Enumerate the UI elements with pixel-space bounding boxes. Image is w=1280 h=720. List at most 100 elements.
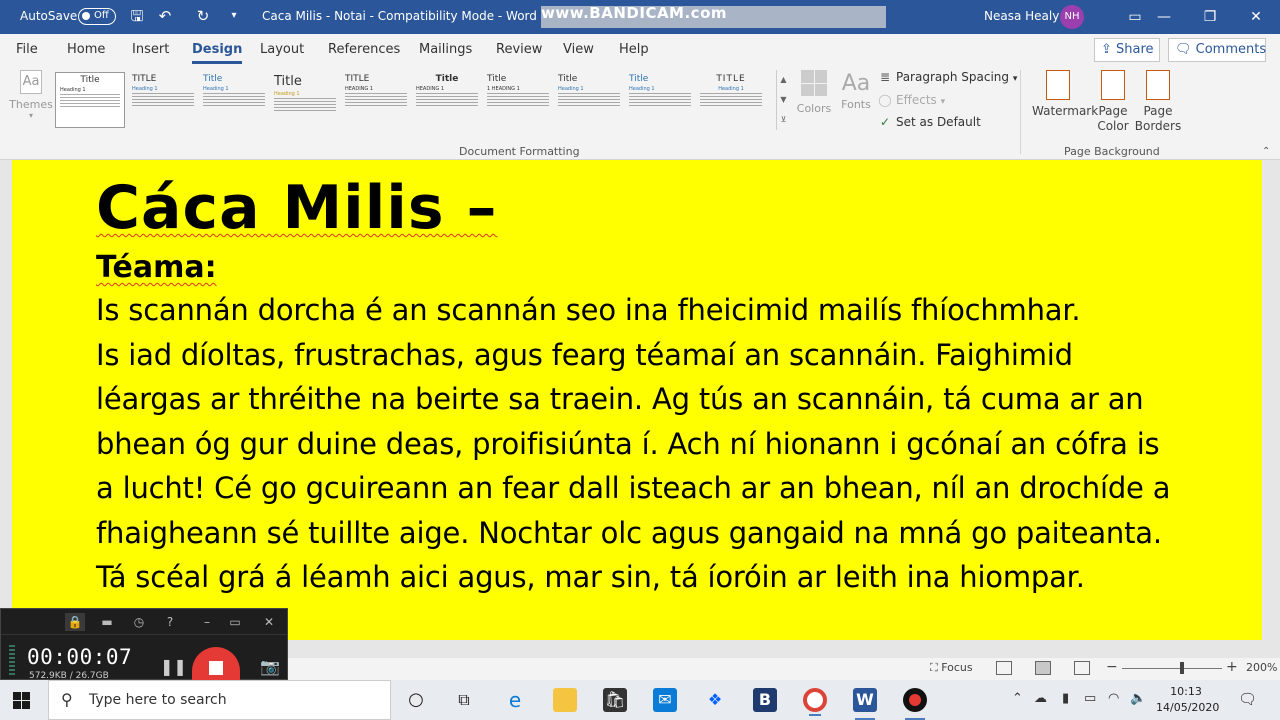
zoom-level[interactable]: 200% [1246, 661, 1277, 674]
avatar[interactable]: NH [1060, 5, 1084, 29]
tab-layout[interactable]: Layout [260, 42, 304, 57]
timer-icon[interactable]: ◷ [129, 613, 149, 631]
mail-icon[interactable]: ✉ [653, 688, 677, 712]
chevron-down-icon[interactable]: ▼ [777, 90, 790, 110]
wifi-icon[interactable]: ◠ [1108, 691, 1119, 706]
windows-start-icon[interactable] [13, 692, 30, 709]
style-set-title: Title [274, 74, 302, 89]
gallery-scroll[interactable]: ▲ ▼ ⊻ [776, 70, 790, 130]
bandicam-app-icon[interactable]: B [753, 688, 777, 712]
redo-icon[interactable]: ↻ [194, 7, 212, 25]
style-set-item[interactable]: Title Heading 1 [554, 72, 624, 128]
folder-icon[interactable]: ▬ [97, 613, 117, 631]
collapse-ribbon-icon[interactable]: ⌃ [1262, 146, 1270, 157]
style-set-heading: 1 HEADING 1 [487, 86, 520, 92]
style-set-item[interactable]: TITLE Heading 1 [696, 72, 766, 128]
autosave-toggle[interactable]: Off [78, 8, 116, 25]
lock-icon[interactable]: 🔒 [65, 613, 85, 631]
chrome-icon[interactable] [803, 688, 827, 716]
tab-view[interactable]: View [563, 42, 594, 57]
save-icon[interactable]: 🖫 [128, 7, 146, 25]
comments-button[interactable]: 🗨 Comments [1168, 38, 1266, 62]
style-set-title: Title [629, 74, 649, 84]
cloud-icon[interactable]: ☁ [1034, 691, 1047, 706]
tab-mailings[interactable]: Mailings [419, 42, 472, 57]
stop-record-button[interactable] [192, 647, 240, 681]
set-as-default-button[interactable]: ✓ Set as Default [878, 115, 981, 129]
themes-button[interactable]: Aa Themes ▾ [8, 70, 54, 120]
cortana-icon[interactable]: ○ [404, 688, 428, 712]
close-button[interactable]: ✕ [1236, 5, 1276, 29]
read-mode-icon[interactable] [996, 661, 1012, 675]
tab-references[interactable]: References [328, 42, 400, 57]
zoom-slider-thumb[interactable] [1180, 662, 1184, 674]
document-title: Caca Milis - Notai - Compatibility Mode … [262, 9, 537, 23]
document-page[interactable]: Cáca Milis – Téama: Is scannán dorcha é … [12, 160, 1262, 640]
edge-icon[interactable]: e [503, 688, 527, 712]
share-icon: ⇪ [1101, 42, 1117, 57]
watermark-button[interactable]: Watermark [1032, 70, 1098, 119]
fonts-button[interactable]: Aa Fonts [836, 70, 876, 111]
close-icon[interactable]: ✕ [259, 613, 279, 631]
style-set-gallery: Title Heading 1 TITLE Heading 1 Title He… [55, 70, 775, 130]
taskbar: ⚲ Type here to search ○ ⧉ e 🛍 ✉ ❖ B W ⌃ … [0, 680, 1280, 720]
print-layout-icon[interactable] [1035, 661, 1051, 675]
paragraph-spacing-button[interactable]: ≣ Paragraph Spacing ▾ [878, 70, 1017, 84]
zoom-in-button[interactable]: + [1226, 659, 1238, 675]
tab-insert[interactable]: Insert [132, 42, 169, 57]
clock-date: 14/05/2020 [1156, 701, 1220, 714]
store-icon[interactable]: 🛍 [603, 688, 627, 712]
style-set-item[interactable]: Title Heading 1 [625, 72, 695, 128]
volume-icon[interactable]: 🔈 [1130, 691, 1146, 706]
tab-review[interactable]: Review [496, 42, 542, 57]
zoom-out-button[interactable]: − [1106, 659, 1118, 675]
battery-icon[interactable]: ▭ [1084, 691, 1096, 706]
web-layout-icon[interactable] [1074, 661, 1090, 675]
chevron-up-icon[interactable]: ⌃ [1012, 691, 1023, 706]
taskbar-clock[interactable]: 10:13 14/05/2020 [1156, 684, 1220, 716]
tab-file[interactable]: File [16, 42, 38, 57]
undo-icon[interactable]: ↶ [156, 7, 174, 25]
minimize-button[interactable]: — [1144, 5, 1184, 29]
style-set-item[interactable]: Title Heading 1 [270, 72, 340, 128]
autosave-label: AutoSave [20, 9, 78, 23]
style-set-item[interactable]: Title HEADING 1 [412, 72, 482, 128]
style-set-item[interactable]: Title Heading 1 [55, 72, 125, 128]
customize-qat-icon[interactable]: ▾ [225, 7, 243, 25]
pause-icon[interactable]: ❚❚ [160, 657, 187, 676]
style-set-item[interactable]: Title Heading 1 [199, 72, 269, 128]
share-button[interactable]: ⇪ Share [1094, 38, 1160, 62]
help-icon[interactable]: ? [160, 613, 180, 631]
title-bar: AutoSave Off 🖫 ↶ ↻ ▾ Caca Milis - Notai … [0, 0, 1280, 34]
dropbox-icon[interactable]: ❖ [703, 688, 727, 712]
style-set-item[interactable]: Title 1 HEADING 1 [483, 72, 553, 128]
tab-help[interactable]: Help [619, 42, 649, 57]
taskbar-search[interactable]: ⚲ Type here to search [48, 680, 391, 720]
user-name[interactable]: Neasa Healy [984, 9, 1059, 23]
file-explorer-icon[interactable] [553, 688, 577, 712]
chevron-up-icon[interactable]: ▲ [777, 70, 790, 90]
page-borders-label: Page Borders [1134, 104, 1182, 133]
tab-home[interactable]: Home [67, 42, 105, 57]
word-icon[interactable]: W [853, 688, 877, 720]
record-icon[interactable] [903, 688, 927, 720]
gallery-more-icon[interactable]: ⊻ [777, 110, 790, 130]
notification-icon[interactable]: 🗨 [1238, 690, 1257, 708]
zoom-slider-track[interactable] [1122, 668, 1222, 669]
camera-icon[interactable]: 📷 [260, 657, 280, 676]
style-set-item[interactable]: TITLE HEADING 1 [341, 72, 411, 128]
colors-button[interactable]: Colors [794, 70, 834, 115]
restore-icon[interactable]: ▭ [225, 613, 245, 631]
task-view-icon[interactable]: ⧉ [452, 688, 476, 712]
tab-design[interactable]: Design [192, 42, 243, 64]
usb-icon[interactable]: ▮ [1062, 691, 1069, 706]
fonts-icon: Aa [841, 71, 871, 96]
style-set-item[interactable]: TITLE Heading 1 [128, 72, 198, 128]
check-circle-icon: ✓ [879, 115, 891, 129]
document-formatting-group-label: Document Formatting [459, 145, 580, 158]
effects-button[interactable]: ◯ Effects ▾ [878, 93, 945, 107]
page-borders-button[interactable]: Page Borders [1132, 70, 1184, 134]
restore-button[interactable]: ❐ [1190, 5, 1230, 29]
minimize-icon[interactable]: – [197, 613, 217, 631]
focus-button[interactable]: ⛶ Focus [930, 661, 973, 675]
